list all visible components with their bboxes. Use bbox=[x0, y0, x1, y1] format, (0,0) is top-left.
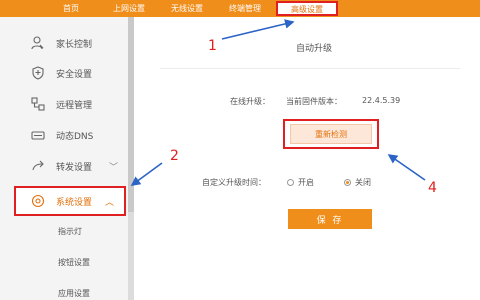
sidebar-item-label: 动态DNS bbox=[56, 131, 94, 142]
radio-enable-label: 开启 bbox=[298, 178, 314, 187]
sidebar-item-security[interactable]: 安全设置 bbox=[0, 58, 128, 88]
sidebar-item-forwarding[interactable]: 转发设置 ﹀ bbox=[0, 151, 128, 181]
radio-enable[interactable]: 开启 bbox=[287, 177, 314, 188]
page-title: 自动升级 bbox=[296, 44, 333, 54]
settings-icon bbox=[30, 193, 46, 209]
firmware-version-value: 22.4.5.39 bbox=[362, 96, 401, 105]
sidebar-item-remote-management[interactable]: 远程管理 bbox=[0, 89, 128, 119]
tab-advanced-settings[interactable]: 高级设置 bbox=[276, 1, 338, 16]
tab-wireless-settings[interactable]: 无线设置 bbox=[158, 0, 216, 17]
remote-icon bbox=[30, 96, 46, 112]
recheck-button[interactable]: 重新检测 bbox=[290, 124, 372, 144]
person-icon bbox=[30, 35, 46, 51]
sidebar-subitem-app-settings[interactable]: 应用设置 bbox=[58, 288, 90, 299]
title-divider bbox=[160, 68, 460, 69]
sidebar-item-label: 系统设置 bbox=[56, 197, 93, 208]
top-nav: 首页 上网设置 无线设置 终端管理 高级设置 bbox=[42, 0, 338, 17]
online-upgrade-label: 在线升级： bbox=[230, 97, 270, 106]
sidebar-item-label: 远程管理 bbox=[56, 100, 93, 111]
radio-disable-dot[interactable] bbox=[344, 179, 351, 186]
chevron-down-icon: ﹀ bbox=[108, 162, 118, 173]
callout-1: 1 bbox=[208, 38, 217, 54]
sidebar-item-label: 安全设置 bbox=[56, 69, 93, 80]
dns-icon bbox=[30, 127, 46, 143]
sidebar-item-label: 转发设置 bbox=[56, 162, 93, 173]
firmware-version-label: 当前固件版本： bbox=[286, 97, 342, 106]
sidebar-item-label: 家长控制 bbox=[56, 39, 93, 50]
sidebar-item-system-settings[interactable]: 系统设置 ︿ bbox=[14, 186, 126, 216]
tab-internet-settings[interactable]: 上网设置 bbox=[100, 0, 158, 17]
forward-icon bbox=[30, 158, 46, 174]
radio-disable[interactable]: 关闭 bbox=[344, 177, 371, 188]
callout-4: 4 bbox=[428, 180, 437, 196]
radio-enable-dot[interactable] bbox=[287, 179, 294, 186]
sidebar-item-parental-control[interactable]: 家长控制 bbox=[0, 28, 128, 58]
sidebar-subitem-button-settings[interactable]: 按钮设置 bbox=[58, 257, 90, 268]
recheck-highlight: 重新检测 bbox=[283, 119, 379, 149]
shield-icon bbox=[30, 65, 46, 81]
save-button[interactable]: 保 存 bbox=[288, 209, 372, 229]
custom-upgrade-time-label: 自定义升级时间： bbox=[202, 178, 266, 187]
radio-disable-label: 关闭 bbox=[355, 178, 371, 187]
main-content bbox=[134, 17, 480, 300]
tab-home[interactable]: 首页 bbox=[42, 0, 100, 17]
sidebar-subitem-indicator[interactable]: 指示灯 bbox=[58, 226, 82, 237]
tab-device-management[interactable]: 终端管理 bbox=[216, 0, 274, 17]
callout-2: 2 bbox=[170, 148, 179, 164]
chevron-up-icon: ︿ bbox=[104, 197, 114, 208]
sidebar-item-ddns[interactable]: 动态DNS bbox=[0, 120, 128, 150]
